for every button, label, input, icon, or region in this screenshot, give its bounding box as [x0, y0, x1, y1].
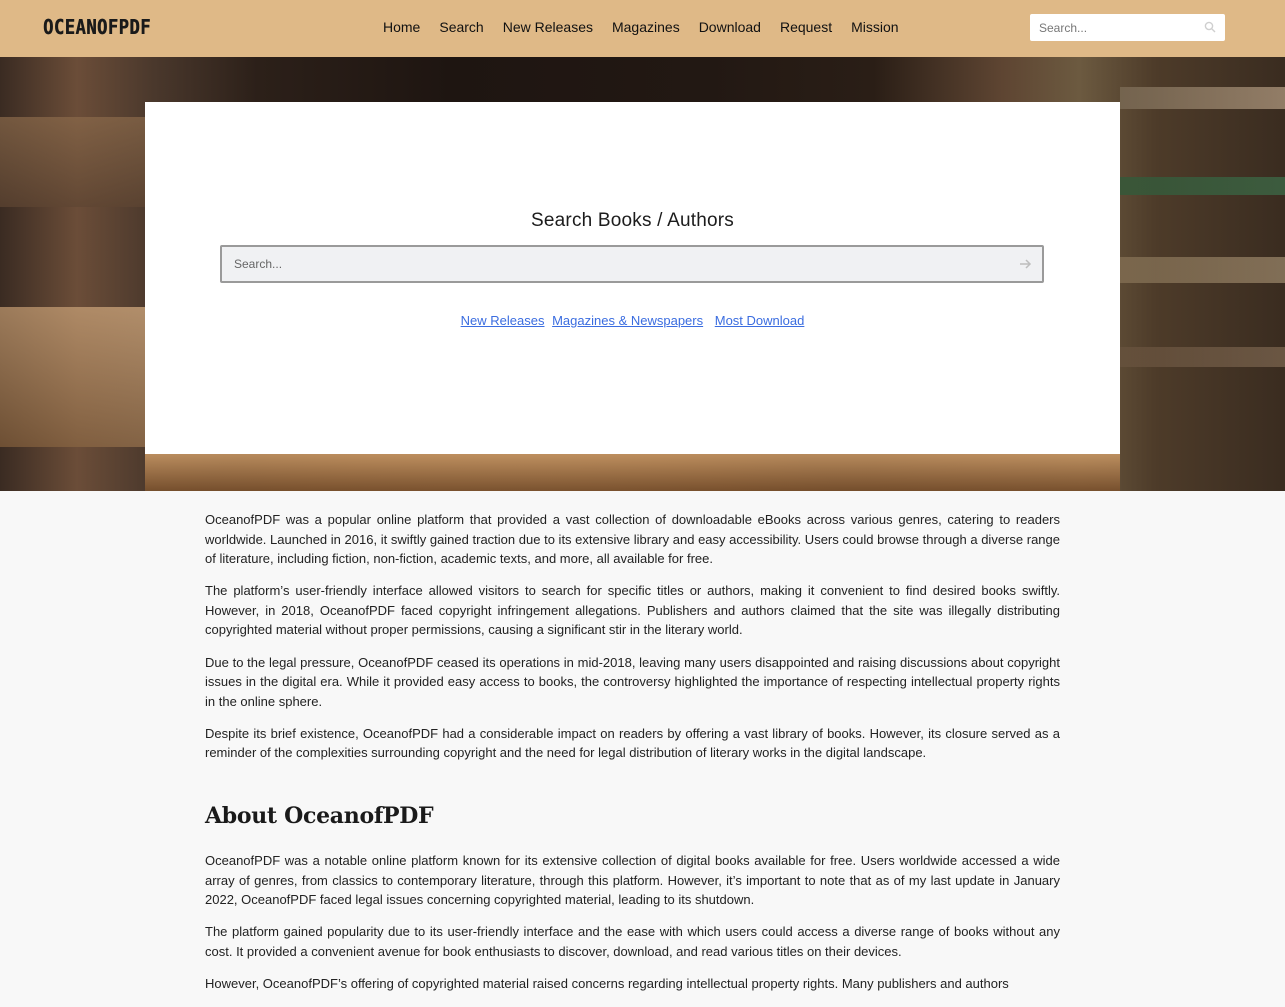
- main-content: OceanofPDF was a popular online platform…: [205, 510, 1060, 1006]
- about-paragraph: The platform gained popularity due to it…: [205, 924, 1060, 959]
- site-header: OCEANOFPDF Home Search New Releases Maga…: [0, 0, 1285, 57]
- quick-links: New Releases Magazines & Newspapers Most…: [145, 313, 1120, 328]
- hero-book-spine: [1120, 257, 1285, 283]
- hero-open-book-pages: [145, 454, 1120, 491]
- intro-paragraph: OceanofPDF was a popular online platform…: [205, 512, 1060, 567]
- arrow-right-icon[interactable]: [1018, 257, 1032, 271]
- intro-paragraph: The platform’s user-friendly interface a…: [205, 583, 1060, 638]
- hero-book-blur: [0, 117, 145, 207]
- nav-magazines[interactable]: Magazines: [612, 18, 680, 36]
- link-most-download[interactable]: Most Download: [715, 313, 805, 328]
- header-search-input[interactable]: [1030, 14, 1198, 41]
- nav-home[interactable]: Home: [383, 18, 420, 36]
- intro-paragraph: Due to the legal pressure, OceanofPDF ce…: [205, 654, 1060, 709]
- book-search-box: [220, 245, 1044, 283]
- main-nav: Home Search New Releases Magazines Downl…: [383, 18, 899, 36]
- intro-paragraph: Despite its brief existence, OceanofPDF …: [205, 725, 1060, 761]
- search-icon[interactable]: [1204, 21, 1216, 33]
- nav-mission[interactable]: Mission: [851, 18, 898, 36]
- link-magazines-newspapers[interactable]: Magazines & Newspapers: [552, 313, 703, 328]
- search-card: Search Books / Authors New Releases Maga…: [145, 102, 1120, 454]
- nav-download[interactable]: Download: [699, 18, 761, 36]
- hero-book-spine: [1120, 347, 1285, 367]
- site-logo[interactable]: OCEANOFPDF: [43, 15, 151, 39]
- hero-book-spine: [1120, 87, 1285, 109]
- about-paragraph: OceanofPDF was a notable online platform…: [205, 853, 1060, 908]
- link-new-releases[interactable]: New Releases: [461, 313, 545, 328]
- nav-request[interactable]: Request: [780, 18, 832, 36]
- book-search-input[interactable]: [222, 247, 1002, 281]
- about-heading: About OceanofPDF: [205, 803, 434, 830]
- header-search: [1030, 14, 1225, 41]
- nav-search[interactable]: Search: [439, 18, 483, 36]
- search-card-title: Search Books / Authors: [531, 210, 734, 231]
- hero-open-book: [0, 307, 145, 447]
- nav-new-releases[interactable]: New Releases: [503, 18, 593, 36]
- hero-book-spine: [1120, 177, 1285, 195]
- about-paragraph: However, OceanofPDF’s offering of copyri…: [205, 976, 1009, 991]
